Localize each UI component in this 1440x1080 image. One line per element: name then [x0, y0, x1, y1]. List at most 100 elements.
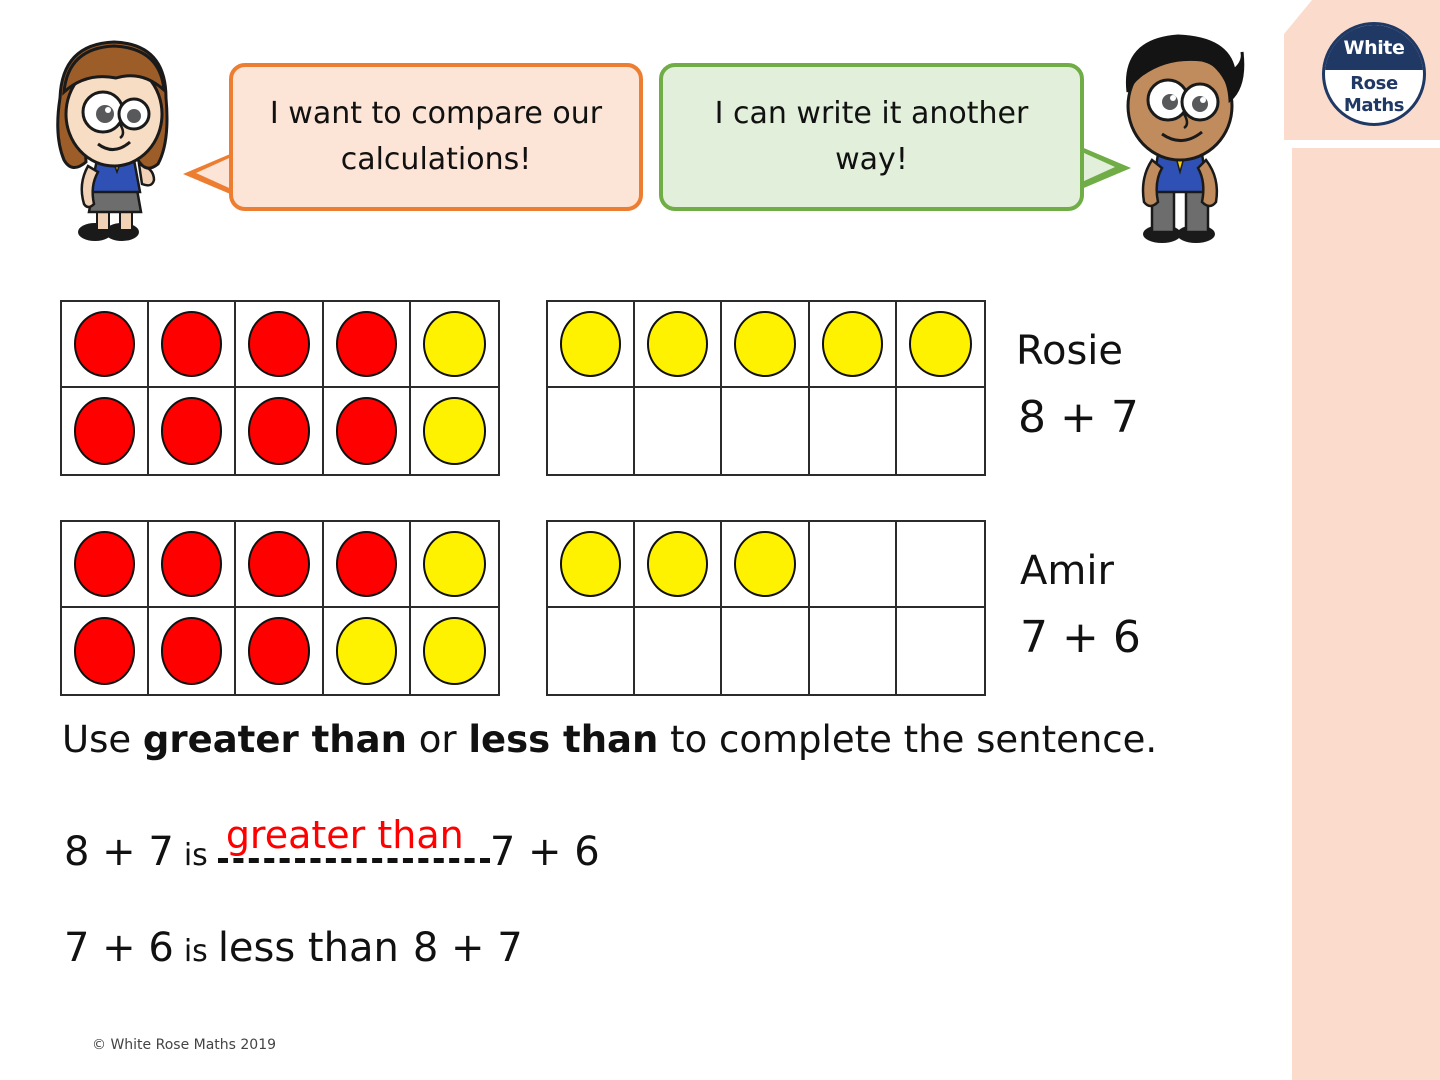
question-part-1: Use: [62, 718, 143, 761]
calculation-amir: 7 + 6: [1020, 612, 1141, 663]
red-counter: [248, 311, 310, 377]
ten-frame-cell[interactable]: [323, 302, 411, 388]
yellow-counter: [559, 311, 622, 377]
ten-frame-cell[interactable]: [896, 302, 984, 388]
sentence-1-verb: is: [183, 838, 208, 873]
yellow-counter: [734, 311, 796, 377]
red-counter: [335, 397, 397, 465]
ten-frame-amir-second: [546, 520, 986, 696]
calculation-rosie: 8 + 7: [1018, 392, 1139, 443]
yellow-counter: [909, 311, 972, 377]
ten-frame-cell[interactable]: [635, 608, 723, 694]
ten-frame-cell[interactable]: [548, 388, 636, 474]
ten-frame-cell[interactable]: [722, 302, 810, 388]
ten-frame-amir-first: [60, 520, 500, 696]
ten-frame-cell[interactable]: [897, 608, 984, 694]
question-part-3: to complete the sentence.: [658, 718, 1158, 761]
red-counter: [335, 531, 397, 597]
ten-frame-cell[interactable]: [236, 388, 324, 474]
ten-frame-cell[interactable]: [809, 522, 897, 608]
speech-bubble-amir: I can write it another way!: [659, 63, 1084, 211]
ten-frame-cell[interactable]: [149, 608, 237, 694]
yellow-counter: [423, 397, 486, 465]
ten-frame-cell[interactable]: [722, 522, 810, 608]
ten-frame-cell[interactable]: [809, 302, 897, 388]
ten-frame-cell[interactable]: [410, 522, 498, 608]
ten-frame-cell[interactable]: [149, 522, 237, 608]
ten-frame-cell[interactable]: [635, 522, 723, 608]
red-counter: [161, 531, 223, 597]
ten-frame-cell[interactable]: [323, 522, 411, 608]
ten-frame-cell[interactable]: [548, 522, 636, 608]
ten-frame-cell[interactable]: [62, 608, 150, 694]
sentence-2-right-calculation: 8 + 7: [412, 925, 523, 971]
yellow-counter: [423, 311, 486, 377]
sentence-2-comparison: less than: [217, 925, 399, 971]
logo-line-maths: Maths: [1343, 95, 1405, 116]
sentence-row-1: 8 + 7 is greater than 7 + 6: [64, 813, 600, 875]
yellow-counter: [821, 311, 883, 377]
sentence-1-right-calculation: 7 + 6: [489, 829, 600, 875]
question-bold-greater-than: greater than: [142, 718, 407, 761]
ten-frame-rosie-second: [546, 300, 986, 476]
girl-character-rosie: [56, 40, 169, 241]
boy-character-amir: [1125, 34, 1245, 243]
ten-frame-cell[interactable]: [324, 608, 411, 694]
yellow-counter: [423, 617, 486, 685]
yellow-counter: [734, 531, 796, 597]
pupil-name-amir: Amir: [1020, 548, 1114, 594]
copyright-notice: © White Rose Maths 2019: [92, 1037, 277, 1053]
ten-frame-cell[interactable]: [149, 302, 237, 388]
red-counter: [161, 311, 223, 377]
logo-line-white: White: [1343, 37, 1405, 59]
red-counter: [161, 617, 223, 685]
ten-frame-cell[interactable]: [548, 608, 636, 694]
ten-frame-cell[interactable]: [896, 522, 984, 608]
red-counter: [73, 617, 136, 685]
yellow-counter: [647, 311, 709, 377]
white-rose-maths-logo: White Rose Maths: [1322, 22, 1426, 126]
red-counter: [73, 311, 136, 377]
ten-frame-cell[interactable]: [635, 302, 723, 388]
ten-frame-cell[interactable]: [411, 388, 498, 474]
answer-text-1: greater than: [225, 813, 464, 857]
ten-frame-cell[interactable]: [810, 388, 897, 474]
sentence-2-left-calculation: 7 + 6: [64, 925, 174, 971]
pupil-name-rosie: Rosie: [1016, 328, 1124, 374]
sentence-1-left-calculation: 8 + 7: [64, 829, 174, 875]
sidebar-panel-body: [1292, 148, 1440, 1080]
ten-frame-cell[interactable]: [236, 302, 324, 388]
yellow-counter: [335, 617, 397, 685]
sentence-row-2: 7 + 6 is less than 8 + 7: [64, 925, 523, 971]
ten-frame-cell[interactable]: [810, 608, 897, 694]
yellow-counter: [559, 531, 622, 597]
ten-frame-cell[interactable]: [62, 388, 150, 474]
ten-frame-cell[interactable]: [548, 302, 636, 388]
speech-bubble-rosie: I want to compare our calculations!: [229, 63, 643, 211]
ten-frame-cell[interactable]: [410, 302, 498, 388]
ten-frame-cell[interactable]: [722, 388, 810, 474]
ten-frame-cell[interactable]: [324, 388, 411, 474]
red-counter: [335, 311, 397, 377]
ten-frame-cell[interactable]: [635, 388, 723, 474]
ten-frame-cell[interactable]: [149, 388, 237, 474]
ten-frame-cell[interactable]: [897, 388, 984, 474]
ten-frame-cell[interactable]: [236, 522, 324, 608]
ten-frame-cell[interactable]: [62, 302, 150, 388]
logo-line-rose: Rose: [1350, 73, 1398, 94]
ten-frame-cell[interactable]: [62, 522, 150, 608]
ten-frame-cell[interactable]: [236, 608, 324, 694]
sentence-2-verb: is: [183, 934, 208, 969]
red-counter: [248, 617, 310, 685]
red-counter: [161, 397, 223, 465]
ten-frame-cell[interactable]: [722, 608, 810, 694]
red-counter: [73, 397, 136, 465]
question-part-2: or: [406, 718, 469, 761]
red-counter: [73, 531, 136, 597]
question-instruction: Use greater than or less than to complet…: [62, 718, 1157, 761]
ten-frame-cell[interactable]: [411, 608, 498, 694]
question-bold-less-than: less than: [468, 718, 659, 761]
answer-blank-1[interactable]: greater than: [217, 813, 490, 865]
red-counter: [248, 531, 310, 597]
answer-blank-line-1: [217, 858, 490, 863]
